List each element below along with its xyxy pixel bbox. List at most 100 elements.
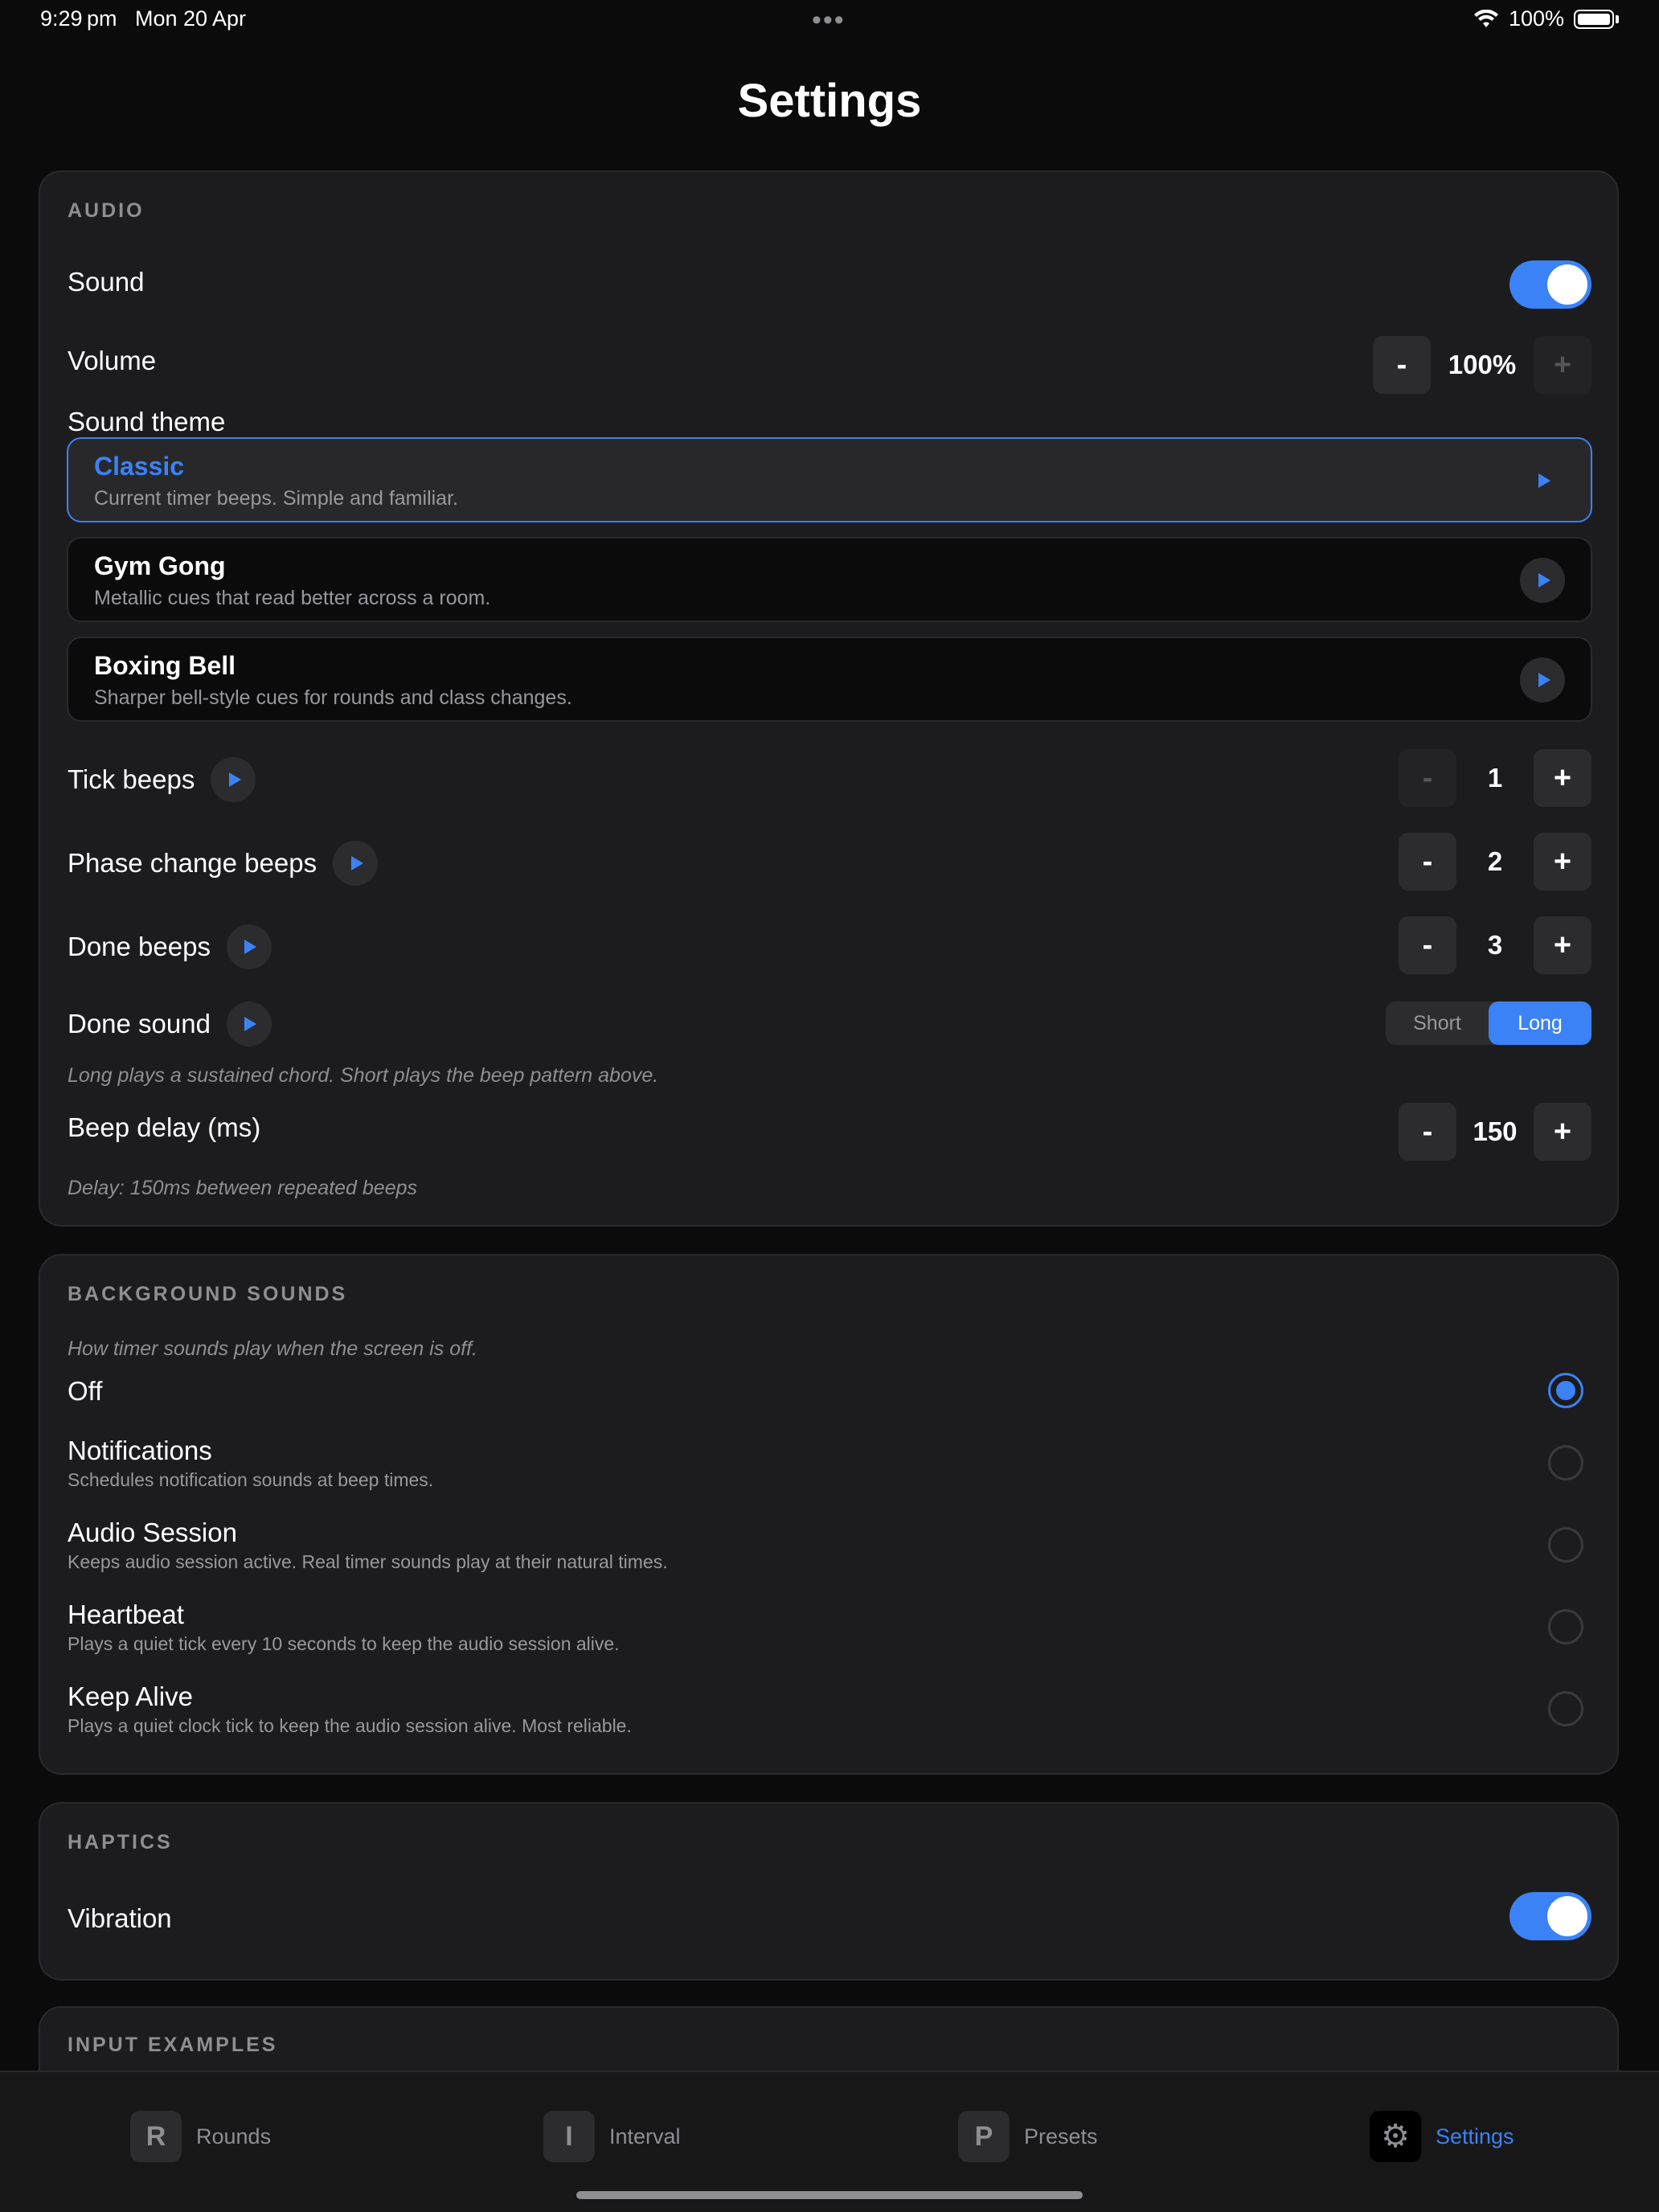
- radio-title: Keep Alive: [68, 1682, 193, 1711]
- phase-value: 2: [1487, 846, 1503, 876]
- radio-title: Notifications: [68, 1436, 212, 1465]
- section-title-input-examples: INPUT EXAMPLES: [68, 2034, 278, 2056]
- done-sound-label: Done sound: [68, 1009, 211, 1038]
- theme-option-gym-gong[interactable]: Gym Gong Metallic cues that read better …: [67, 537, 1592, 622]
- tick-beeps-label: Tick beeps: [68, 764, 195, 794]
- delay-value: 150: [1473, 1116, 1518, 1146]
- theme-desc: Metallic cues that read better across a …: [94, 587, 491, 609]
- rounds-icon: R: [130, 2111, 182, 2162]
- theme-name: Boxing Bell: [94, 651, 236, 680]
- section-title-haptics: HAPTICS: [68, 1831, 173, 1854]
- theme-name: Classic: [94, 452, 185, 481]
- tab-settings[interactable]: ⚙ Settings: [1370, 2111, 1514, 2162]
- phase-beeps-stepper: - 2 +: [1399, 833, 1591, 891]
- play-icon[interactable]: [1520, 657, 1565, 703]
- done-sound-hint: Long plays a sustained chord. Short play…: [68, 1064, 659, 1087]
- phase-increase-button[interactable]: +: [1534, 833, 1591, 891]
- status-bar: 9:29 pm Mon 20 Apr ••• 100%: [0, 0, 1659, 40]
- phase-beeps-label: Phase change beeps: [68, 848, 317, 878]
- tab-label: Interval: [609, 2124, 681, 2149]
- radio-title: Heartbeat: [68, 1600, 184, 1629]
- radio-sub: Plays a quiet clock tick to keep the aud…: [68, 1715, 632, 1736]
- toggle-knob: [1547, 264, 1587, 305]
- sound-label: Sound: [68, 267, 145, 297]
- battery-icon: [1574, 9, 1614, 29]
- radio-sub: Schedules notification sounds at beep ti…: [68, 1469, 434, 1490]
- multitasking-dots-icon[interactable]: •••: [812, 5, 846, 36]
- volume-increase-button[interactable]: +: [1534, 336, 1591, 394]
- radio-button[interactable]: [1548, 1609, 1583, 1645]
- radio-button[interactable]: [1548, 1373, 1583, 1408]
- tick-value: 1: [1487, 763, 1503, 793]
- page-title: Settings: [737, 75, 922, 127]
- tick-beeps-stepper: - 1 +: [1399, 749, 1591, 807]
- tab-rounds[interactable]: R Rounds: [130, 2111, 271, 2162]
- wifi-icon: [1473, 9, 1498, 27]
- done-sound-row: Done sound: [68, 1002, 272, 1047]
- radio-button[interactable]: [1548, 1445, 1583, 1481]
- phase-decrease-button[interactable]: -: [1399, 833, 1456, 891]
- vibration-toggle[interactable]: [1509, 1892, 1591, 1940]
- tick-beeps-row: Tick beeps: [68, 757, 256, 802]
- tab-presets[interactable]: P Presets: [958, 2111, 1098, 2162]
- status-right: 100%: [1473, 6, 1619, 31]
- radio-sub: Keeps audio session active. Real timer s…: [68, 1551, 668, 1572]
- done-sound-segment: Short Long: [1386, 1002, 1591, 1045]
- background-hint: How timer sounds play when the screen is…: [68, 1337, 477, 1360]
- done-decrease-button[interactable]: -: [1399, 916, 1456, 974]
- home-indicator[interactable]: [576, 2191, 1083, 2199]
- section-title-audio: AUDIO: [68, 199, 145, 222]
- volume-value: 100%: [1448, 350, 1517, 379]
- beep-delay-label: Beep delay (ms): [68, 1112, 261, 1142]
- tab-label: Presets: [1024, 2124, 1098, 2149]
- play-icon[interactable]: [211, 757, 256, 802]
- done-beeps-label: Done beeps: [68, 932, 211, 961]
- radio-button[interactable]: [1548, 1691, 1583, 1727]
- theme-option-boxing-bell[interactable]: Boxing Bell Sharper bell-style cues for …: [67, 637, 1592, 722]
- beep-delay-hint: Delay: 150ms between repeated beeps: [68, 1177, 418, 1199]
- battery-tip: [1616, 14, 1619, 23]
- tab-interval[interactable]: I Interval: [543, 2111, 681, 2162]
- segment-short[interactable]: Short: [1386, 1002, 1489, 1045]
- theme-desc: Current timer beeps. Simple and familiar…: [94, 487, 458, 510]
- radio-title: Off: [68, 1376, 103, 1406]
- play-icon[interactable]: [226, 924, 272, 969]
- status-time: 9:29 pm Mon 20 Apr: [40, 6, 247, 31]
- done-beeps-stepper: - 3 +: [1399, 916, 1591, 974]
- done-value: 3: [1487, 930, 1503, 960]
- volume-label: Volume: [68, 346, 157, 375]
- play-icon[interactable]: [226, 1002, 272, 1047]
- delay-increase-button[interactable]: +: [1534, 1103, 1591, 1161]
- theme-desc: Sharper bell-style cues for rounds and c…: [94, 686, 572, 709]
- tab-label: Settings: [1436, 2124, 1514, 2149]
- theme-option-classic[interactable]: Classic Current timer beeps. Simple and …: [67, 437, 1592, 522]
- phase-beeps-row: Phase change beeps: [68, 841, 379, 886]
- toggle-knob: [1547, 1896, 1587, 1936]
- interval-icon: I: [543, 2111, 595, 2162]
- segment-long[interactable]: Long: [1489, 1002, 1591, 1045]
- tab-label: Rounds: [196, 2124, 272, 2149]
- radio-title: Audio Session: [68, 1518, 237, 1547]
- section-title-background: BACKGROUND SOUNDS: [68, 1283, 348, 1305]
- play-icon[interactable]: [333, 841, 379, 886]
- sound-theme-label: Sound theme: [68, 407, 226, 436]
- radio-sub: Plays a quiet tick every 10 seconds to k…: [68, 1633, 620, 1654]
- audio-card: AUDIO Sound Volume - 100% + Sound theme …: [39, 170, 1619, 1227]
- radio-button[interactable]: [1548, 1527, 1583, 1563]
- tick-decrease-button[interactable]: -: [1399, 749, 1456, 807]
- background-sounds-card: BACKGROUND SOUNDS How timer sounds play …: [39, 1254, 1619, 1775]
- vibration-label: Vibration: [68, 1903, 172, 1933]
- done-beeps-row: Done beeps: [68, 924, 272, 969]
- play-icon[interactable]: [1520, 458, 1565, 503]
- done-increase-button[interactable]: +: [1534, 916, 1591, 974]
- sound-toggle[interactable]: [1509, 260, 1591, 309]
- beep-delay-stepper: - 150 +: [1399, 1103, 1591, 1161]
- tick-increase-button[interactable]: +: [1534, 749, 1591, 807]
- presets-icon: P: [958, 2111, 1010, 2162]
- volume-stepper: - 100% +: [1373, 336, 1591, 394]
- delay-decrease-button[interactable]: -: [1399, 1103, 1456, 1161]
- play-icon[interactable]: [1520, 558, 1565, 603]
- volume-decrease-button[interactable]: -: [1373, 336, 1431, 394]
- theme-name: Gym Gong: [94, 551, 226, 580]
- tab-bar: R Rounds I Interval P Presets ⚙ Settings: [0, 2071, 1659, 2212]
